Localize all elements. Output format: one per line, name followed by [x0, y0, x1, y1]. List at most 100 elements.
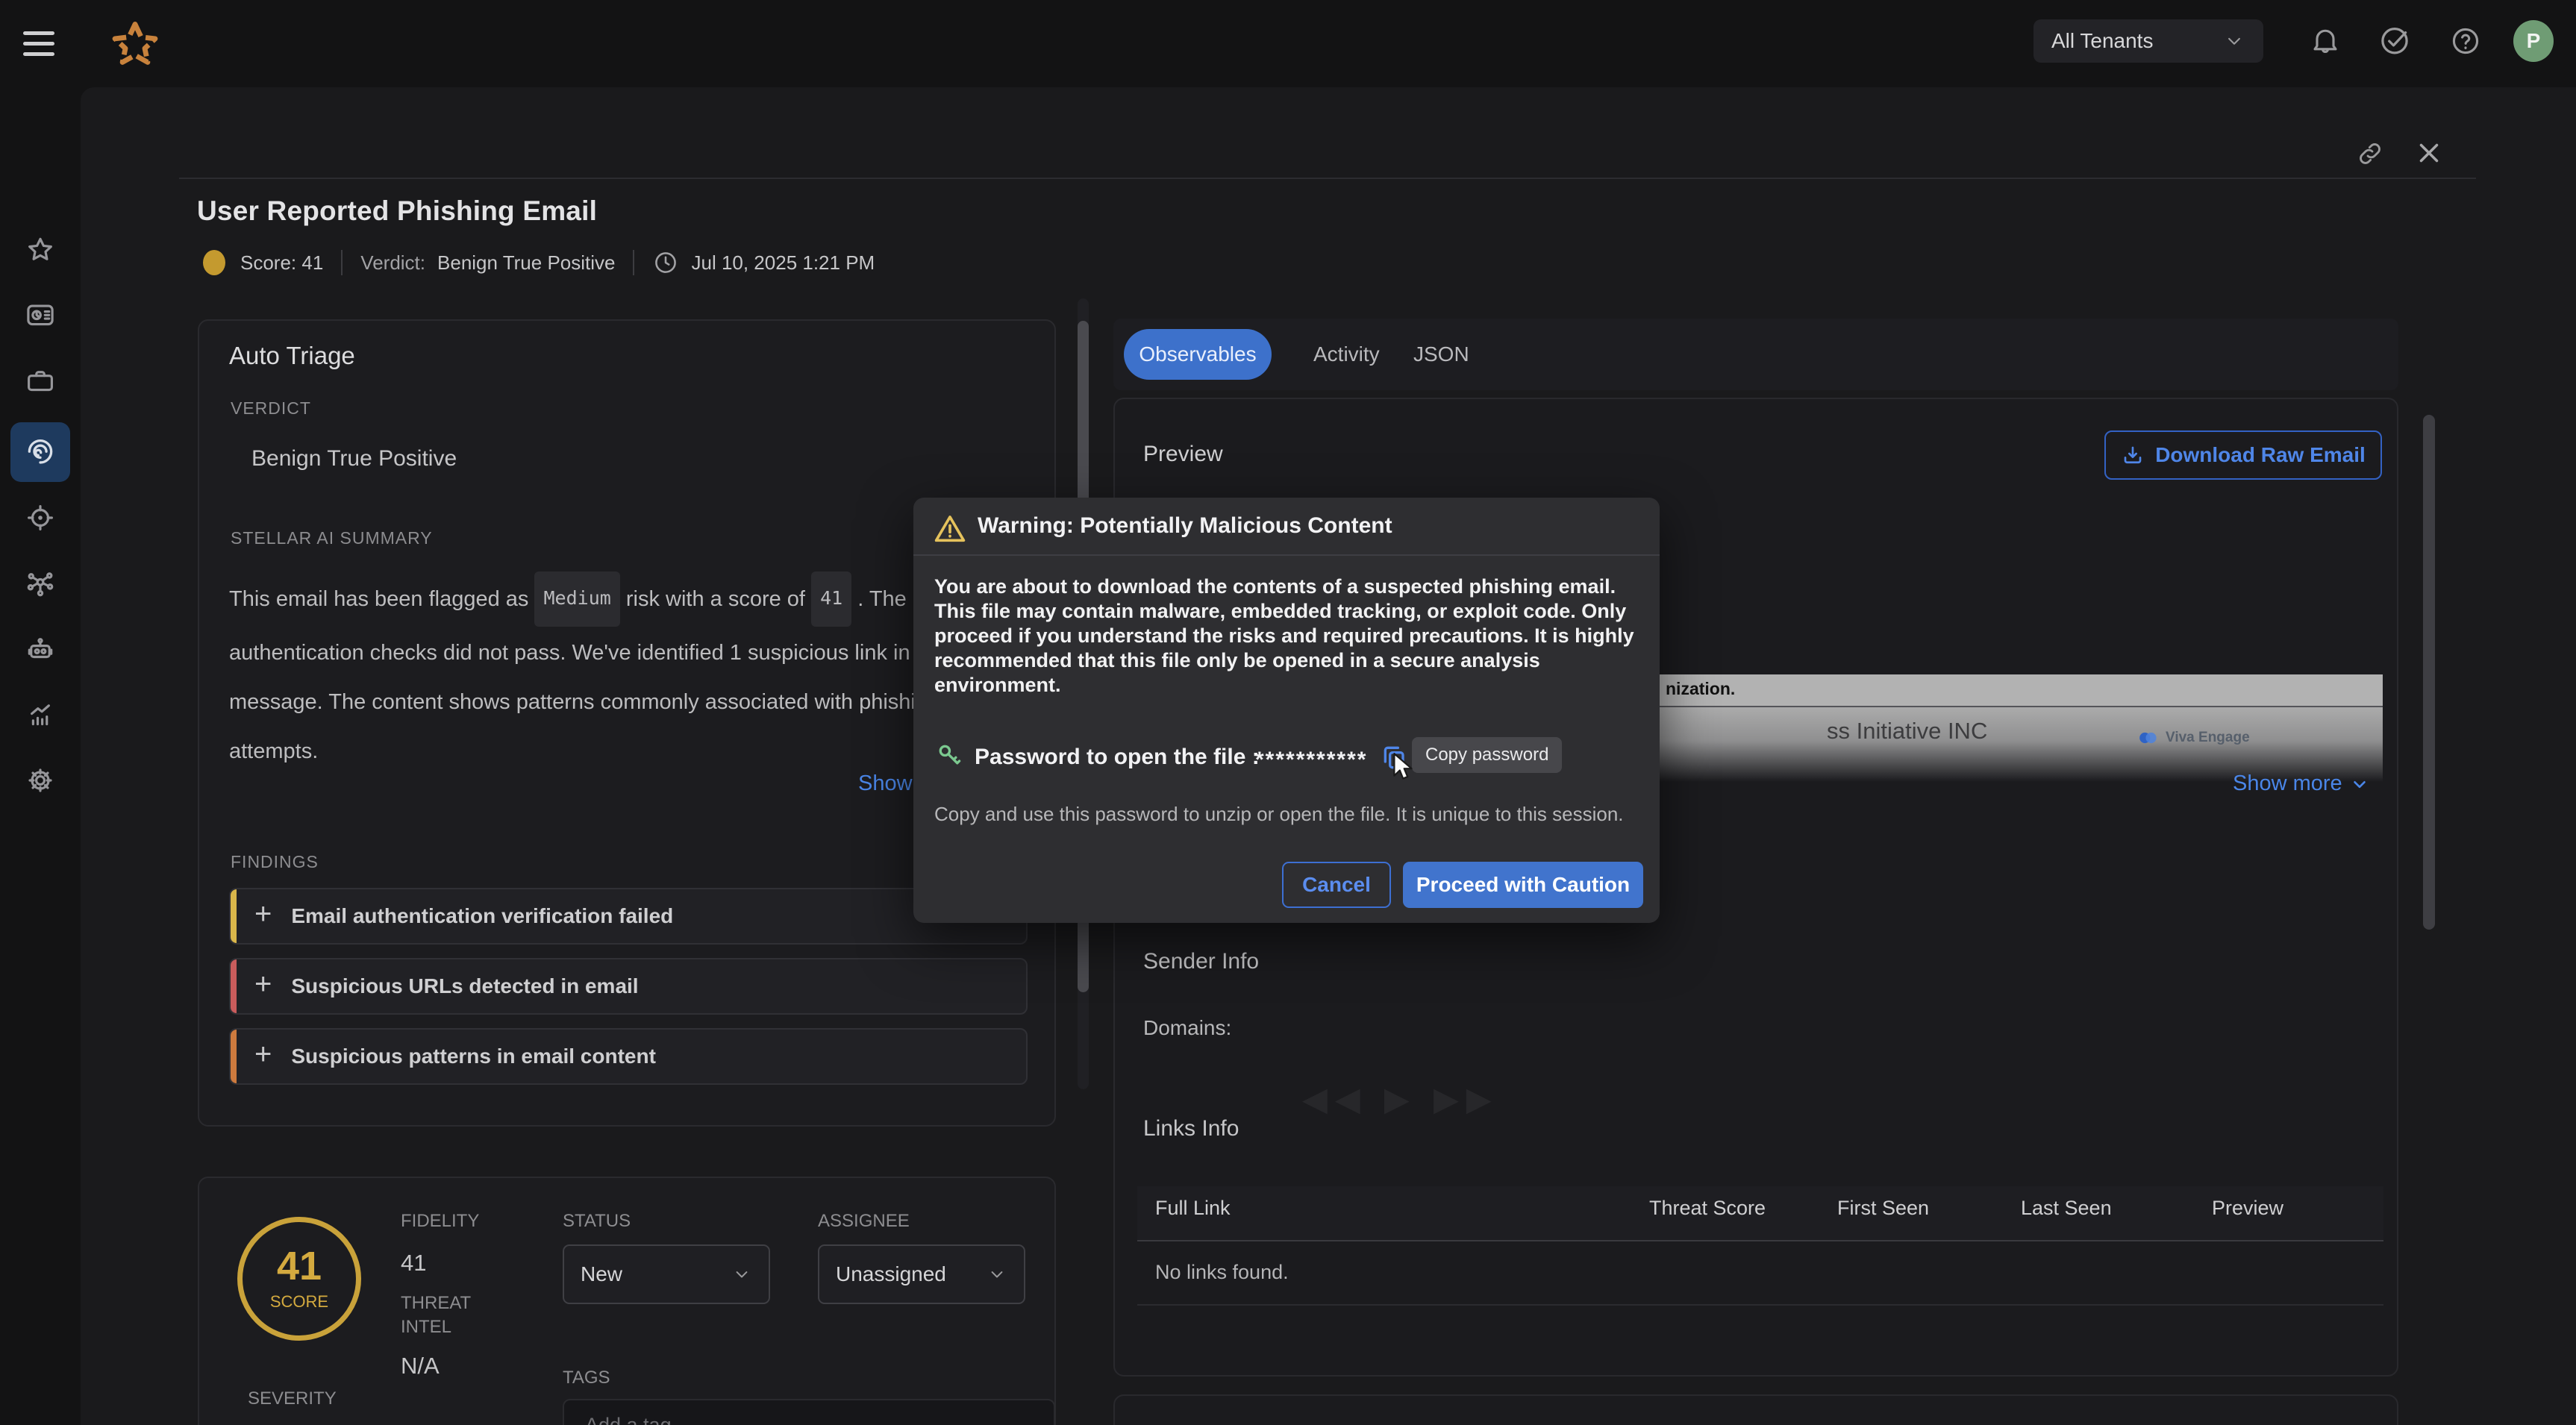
- network-icon: [25, 568, 56, 599]
- next-section-card: [1113, 1394, 2398, 1425]
- threat-intel-label: THREAT INTEL: [401, 1291, 498, 1339]
- col-first-seen: First Seen: [1837, 1197, 1929, 1220]
- risk-score-chip: 41: [811, 571, 851, 627]
- table-row-divider: [1137, 1304, 2383, 1306]
- hamburger-icon: [23, 31, 54, 35]
- col-full-link: Full Link: [1155, 1197, 1231, 1220]
- fidelity-value: 41: [401, 1250, 426, 1277]
- verdict-section-label: VERDICT: [231, 398, 311, 419]
- auto-triage-heading: Auto Triage: [229, 342, 355, 370]
- add-tag-input[interactable]: [563, 1399, 1055, 1425]
- copy-link-icon[interactable]: [2355, 139, 2385, 169]
- sidebar-item-reports[interactable]: [10, 685, 70, 745]
- assignee-label: ASSIGNEE: [818, 1211, 910, 1232]
- ai-summary-label: STELLAR AI SUMMARY: [231, 528, 433, 548]
- tenant-selector-value: All Tenants: [2051, 29, 2153, 53]
- col-preview: Preview: [2212, 1197, 2283, 1220]
- case-meta-row: Score: 41 Verdict: Benign True Positive …: [203, 249, 875, 276]
- finding-row-auth-failed[interactable]: + Email authentication verification fail…: [229, 888, 1028, 945]
- finding-row-suspicious-urls[interactable]: + Suspicious URLs detected in email: [229, 958, 1028, 1015]
- sidebar-item-automation[interactable]: [10, 619, 70, 679]
- tab-observables[interactable]: Observables: [1124, 329, 1272, 380]
- chevron-down-icon: [987, 1264, 1007, 1285]
- proceed-with-caution-button[interactable]: Proceed with Caution: [1403, 862, 1643, 908]
- sidebar-item-triage[interactable]: [10, 422, 70, 482]
- verdict-value: Benign True Positive: [437, 251, 615, 275]
- password-masked-value: ***********: [1255, 748, 1367, 773]
- tenant-selector[interactable]: All Tenants: [2033, 19, 2263, 63]
- app-root: All Tenants P: [0, 0, 2576, 1425]
- top-bar: All Tenants P: [0, 0, 2576, 87]
- mouse-cursor: [1385, 751, 1418, 783]
- modal-body-text: You are about to download the contents o…: [934, 574, 1640, 698]
- finding-severity-bar: [231, 889, 237, 943]
- score-circle: 41 SCORE: [237, 1217, 361, 1341]
- sidebar-item-cases[interactable]: [10, 351, 70, 411]
- help-icon[interactable]: [2449, 25, 2482, 57]
- tab-strip: [1113, 319, 2398, 390]
- cancel-button[interactable]: Cancel: [1282, 862, 1391, 908]
- sender-info-heading: Sender Info: [1143, 949, 1259, 974]
- finding-severity-bar: [231, 1030, 237, 1083]
- email-sender-text: ss Initiative INC: [1827, 718, 1987, 745]
- sidebar-item-dashboards[interactable]: [10, 286, 70, 345]
- close-icon[interactable]: [2413, 137, 2445, 169]
- right-scrollbar-thumb[interactable]: [2423, 415, 2435, 930]
- findings-section-label: FINDINGS: [231, 852, 319, 872]
- viva-engage-icon: [2139, 728, 2158, 748]
- triage-spiral-icon: [24, 436, 57, 469]
- table-empty-row: No links found.: [1155, 1261, 1289, 1284]
- timestamp: Jul 10, 2025 1:21 PM: [691, 251, 875, 275]
- chevron-down-icon: [2223, 30, 2245, 52]
- robot-icon: [25, 633, 56, 665]
- table-header-divider: [1137, 1240, 2383, 1241]
- download-raw-email-button[interactable]: Download Raw Email: [2104, 430, 2382, 480]
- clock-icon: [652, 249, 679, 276]
- status-select[interactable]: New: [563, 1244, 770, 1304]
- password-note: Copy and use this password to unzip or o…: [934, 803, 1624, 826]
- header-divider: [179, 178, 2476, 179]
- star-icon: [25, 234, 56, 266]
- target-icon: [25, 502, 56, 533]
- download-icon: [2121, 443, 2145, 467]
- preview-show-more-link[interactable]: Show more: [2233, 771, 2369, 796]
- chart-icon: [25, 699, 56, 730]
- chevron-down-icon: [731, 1264, 752, 1285]
- tab-json[interactable]: JSON: [1413, 329, 1469, 380]
- tasks-check-icon[interactable]: [2378, 23, 2412, 57]
- page-title: User Reported Phishing Email: [197, 195, 597, 227]
- gear-icon: [25, 765, 56, 796]
- notifications-bell-icon[interactable]: [2309, 25, 2342, 57]
- sidebar-item-correlation[interactable]: [10, 554, 70, 613]
- sidebar-item-detections[interactable]: [10, 488, 70, 548]
- links-info-heading: Links Info: [1143, 1116, 1239, 1141]
- score-text: Score: 41: [240, 251, 323, 275]
- stellar-logo-icon[interactable]: [106, 16, 164, 75]
- verdict-label: Verdict:: [360, 251, 425, 275]
- sidebar-item-settings[interactable]: [10, 751, 70, 810]
- warning-modal: [913, 498, 1660, 923]
- ghost-player-icons: ◀◀ ▶ ▶▶: [1302, 1080, 1499, 1118]
- verdict-section-value: Benign True Positive: [251, 446, 457, 472]
- copy-password-tooltip: Copy password: [1412, 737, 1562, 773]
- col-last-seen: Last Seen: [2021, 1197, 2112, 1220]
- avatar[interactable]: P: [2513, 20, 2554, 62]
- score-circle-value: 41: [277, 1246, 322, 1286]
- dashboard-icon: [25, 300, 56, 331]
- hamburger-menu-button[interactable]: [0, 0, 82, 87]
- warning-triangle-icon: [933, 512, 967, 546]
- chevron-down-icon: [2350, 774, 2369, 794]
- viva-engage-brand: Viva Engage: [2139, 728, 2250, 748]
- score-dot: [203, 250, 225, 275]
- modal-header-divider: [913, 554, 1660, 556]
- finding-row-suspicious-patterns[interactable]: + Suspicious patterns in email content: [229, 1028, 1028, 1085]
- password-label: Password to open the file :: [975, 745, 1260, 770]
- tab-activity[interactable]: Activity: [1313, 329, 1380, 380]
- assignee-select[interactable]: Unassigned: [818, 1244, 1025, 1304]
- modal-title: Warning: Potentially Malicious Content: [978, 513, 1392, 539]
- preview-heading: Preview: [1143, 442, 1223, 467]
- col-threat-score: Threat Score: [1649, 1197, 1766, 1220]
- sidebar-item-favorites[interactable]: [10, 220, 70, 280]
- threat-intel-value: N/A: [401, 1353, 440, 1379]
- key-icon: [934, 740, 966, 771]
